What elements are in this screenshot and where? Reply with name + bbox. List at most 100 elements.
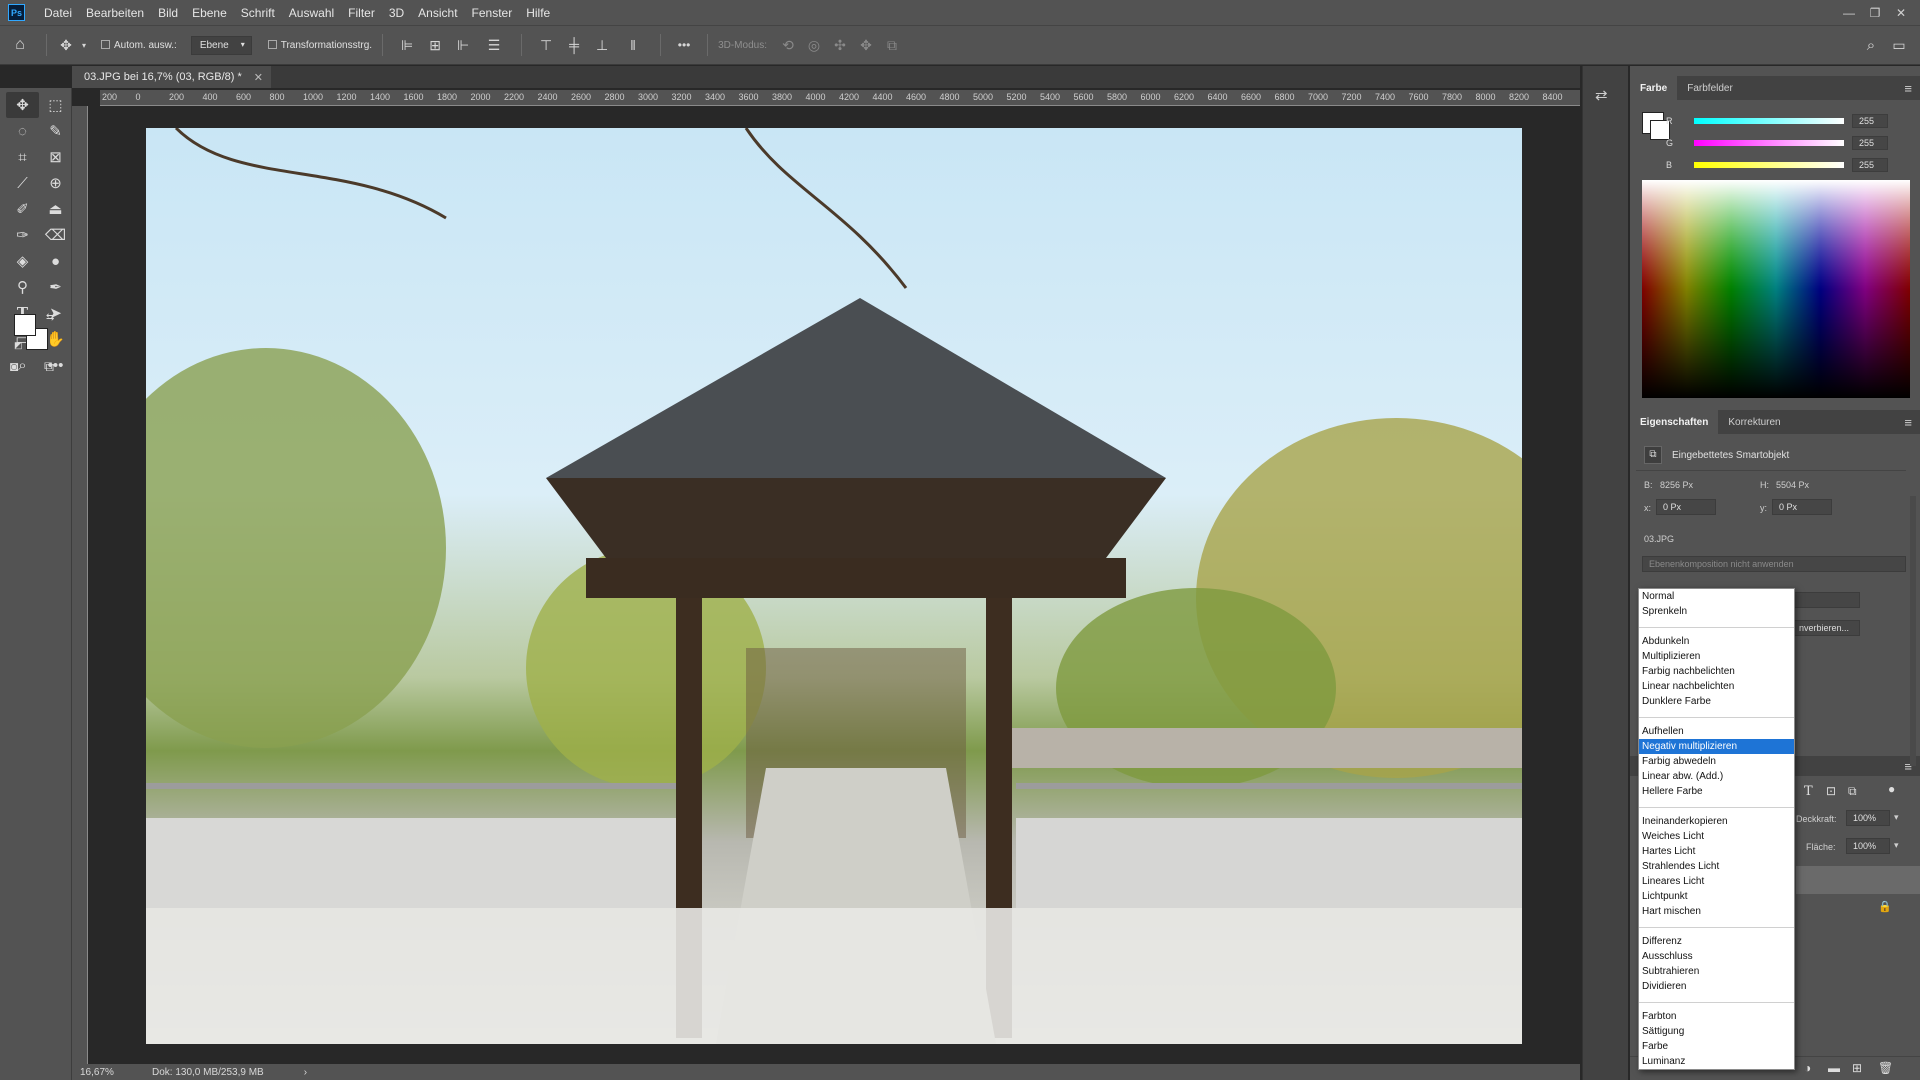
y-input[interactable]: 0 Px: [1772, 499, 1832, 515]
tab-farbfelder[interactable]: Farbfelder: [1677, 76, 1743, 100]
menu-datei[interactable]: Datei: [37, 6, 79, 20]
home-icon[interactable]: ⌂: [0, 36, 40, 54]
distribute-icon[interactable]: ☰: [477, 37, 511, 54]
eraser-tool-icon[interactable]: ⌫: [39, 222, 72, 248]
blend-mode-option[interactable]: Linear abw. (Add.): [1639, 769, 1794, 784]
align-left-icon[interactable]: ⊫: [393, 37, 421, 54]
menu-3d[interactable]: 3D: [382, 6, 411, 20]
auto-select-target-select[interactable]: Ebene ▾: [190, 35, 252, 55]
more-options-icon[interactable]: •••: [671, 38, 697, 52]
checkbox-icon[interactable]: [267, 40, 277, 50]
3d-camera-icon[interactable]: ⧉: [879, 37, 905, 54]
blend-mode-option[interactable]: Lineares Licht: [1639, 874, 1794, 889]
blend-mode-option[interactable]: Ausschluss: [1639, 949, 1794, 964]
blend-mode-option[interactable]: Ineinanderkopieren: [1639, 814, 1794, 829]
chevron-down-icon[interactable]: ▾: [1894, 840, 1899, 851]
blend-mode-option[interactable]: Aufhellen: [1639, 724, 1794, 739]
default-colors-icon[interactable]: ◩: [14, 340, 23, 351]
dodge-tool-icon[interactable]: ⚲: [6, 274, 39, 300]
blend-mode-option[interactable]: Weiches Licht: [1639, 829, 1794, 844]
document-tab[interactable]: 03.JPG bei 16,7% (03, RGB/8) * ✕: [72, 66, 271, 88]
lock-icon[interactable]: 🔒: [1878, 900, 1892, 913]
blend-mode-option[interactable]: Dividieren: [1639, 979, 1794, 994]
edit-contents-button[interactable]: [1792, 592, 1860, 608]
brush-tool-icon[interactable]: ✐: [6, 196, 39, 222]
workspace-icon[interactable]: ▭: [1884, 37, 1914, 54]
blend-mode-option[interactable]: Sprenkeln: [1639, 604, 1794, 619]
layer-comp-select[interactable]: Ebenenkomposition nicht anwenden: [1642, 556, 1906, 572]
tab-eigenschaften[interactable]: Eigenschaften: [1630, 410, 1719, 434]
marquee-tool-icon[interactable]: ⬚: [39, 92, 72, 118]
filter-type-icon[interactable]: T: [1804, 784, 1813, 799]
search-icon[interactable]: ⌕: [1858, 37, 1884, 54]
delete-layer-icon[interactable]: 🗑: [1878, 1061, 1893, 1075]
close-tab-icon[interactable]: ✕: [254, 71, 263, 84]
menu-ebene[interactable]: Ebene: [185, 6, 234, 20]
checkbox-icon[interactable]: [101, 40, 110, 50]
filter-shape-icon[interactable]: ⊡: [1826, 784, 1836, 798]
chevron-down-icon[interactable]: ▾: [79, 41, 89, 50]
channel-slider-g[interactable]: [1694, 140, 1844, 146]
3d-pan-icon[interactable]: ✣: [827, 37, 853, 54]
menu-ansicht[interactable]: Ansicht: [411, 6, 464, 20]
blend-mode-option[interactable]: Lichtpunkt: [1639, 889, 1794, 904]
history-brush-tool-icon[interactable]: ✑: [6, 222, 39, 248]
blend-mode-option[interactable]: Hartes Licht: [1639, 844, 1794, 859]
channel-value-r[interactable]: 255: [1852, 114, 1888, 128]
channel-value-b[interactable]: 255: [1852, 158, 1888, 172]
align-right-icon[interactable]: ⊩: [449, 37, 477, 54]
quick-selection-tool-icon[interactable]: ✎: [39, 118, 72, 144]
blend-mode-option[interactable]: Luminanz: [1639, 1054, 1794, 1069]
blend-mode-option[interactable]: Farbig abwedeln: [1639, 754, 1794, 769]
channel-slider-r[interactable]: [1694, 118, 1844, 124]
channel-slider-b[interactable]: [1694, 162, 1844, 168]
restore-icon[interactable]: ❐: [1862, 6, 1888, 20]
blend-mode-option[interactable]: Farbton: [1639, 1009, 1794, 1024]
menu-filter[interactable]: Filter: [341, 6, 382, 20]
blend-mode-option[interactable]: Dunklere Farbe: [1639, 694, 1794, 709]
3d-slide-icon[interactable]: ✥: [853, 37, 879, 54]
blend-mode-option[interactable]: Hellere Farbe: [1639, 784, 1794, 799]
new-layer-icon[interactable]: ⊞: [1852, 1061, 1862, 1075]
blend-mode-option[interactable]: Subtrahieren: [1639, 964, 1794, 979]
swap-colors-icon[interactable]: ⇆: [46, 312, 54, 323]
blend-mode-option[interactable]: Sättigung: [1639, 1024, 1794, 1039]
layer-row-selected[interactable]: [1796, 866, 1920, 894]
align-top-icon[interactable]: ⊤: [532, 37, 560, 54]
fill-input[interactable]: 100%: [1846, 838, 1890, 854]
opacity-input[interactable]: 100%: [1846, 810, 1890, 826]
minimize-icon[interactable]: —: [1836, 6, 1862, 20]
blend-mode-option[interactable]: Abdunkeln: [1639, 634, 1794, 649]
quick-mask-icon[interactable]: ◙: [10, 358, 18, 374]
screen-mode-icon[interactable]: ⧉: [44, 358, 54, 375]
panel-menu-icon[interactable]: ≡: [1904, 81, 1912, 96]
color-spectrum-picker[interactable]: [1642, 180, 1910, 398]
blur-tool-icon[interactable]: ●: [39, 248, 72, 274]
chevron-down-icon[interactable]: ▾: [1894, 812, 1899, 823]
width-value[interactable]: 8256 Px: [1660, 480, 1693, 490]
close-window-icon[interactable]: ✕: [1888, 6, 1914, 20]
blend-mode-option[interactable]: Hart mischen: [1639, 904, 1794, 919]
move-tool-icon[interactable]: ✥: [6, 92, 39, 118]
align-center-icon[interactable]: ⊞: [421, 37, 449, 54]
tab-farbe[interactable]: Farbe: [1630, 76, 1678, 100]
align-middle-icon[interactable]: ╪: [560, 37, 588, 53]
filter-smart-icon[interactable]: ⧉: [1848, 784, 1857, 799]
foreground-color-swatch-top[interactable]: [14, 314, 36, 336]
menu-bild[interactable]: Bild: [151, 6, 185, 20]
move-tool-preset-icon[interactable]: ✥: [53, 37, 79, 54]
new-group-icon[interactable]: ▬: [1828, 1061, 1840, 1075]
menu-fenster[interactable]: Fenster: [465, 6, 520, 20]
stamp-tool-icon[interactable]: ⏏: [39, 196, 72, 222]
properties-scrollbar[interactable]: [1910, 496, 1916, 766]
paint-bucket-tool-icon[interactable]: ◈: [6, 248, 39, 274]
transform-controls-checkbox[interactable]: Transformationsstrg.: [267, 40, 372, 51]
spot-healing-tool-icon[interactable]: ⊕: [39, 170, 72, 196]
blend-mode-option[interactable]: Strahlendes Licht: [1639, 859, 1794, 874]
path-selection-tool-icon[interactable]: ➤: [39, 300, 72, 326]
menu-hilfe[interactable]: Hilfe: [519, 6, 557, 20]
lasso-tool-icon[interactable]: ◌: [6, 118, 39, 144]
3d-orbit-icon[interactable]: ⟲: [775, 37, 801, 54]
panel-menu-icon[interactable]: ≡: [1904, 415, 1912, 430]
document-image[interactable]: [146, 128, 1522, 1044]
